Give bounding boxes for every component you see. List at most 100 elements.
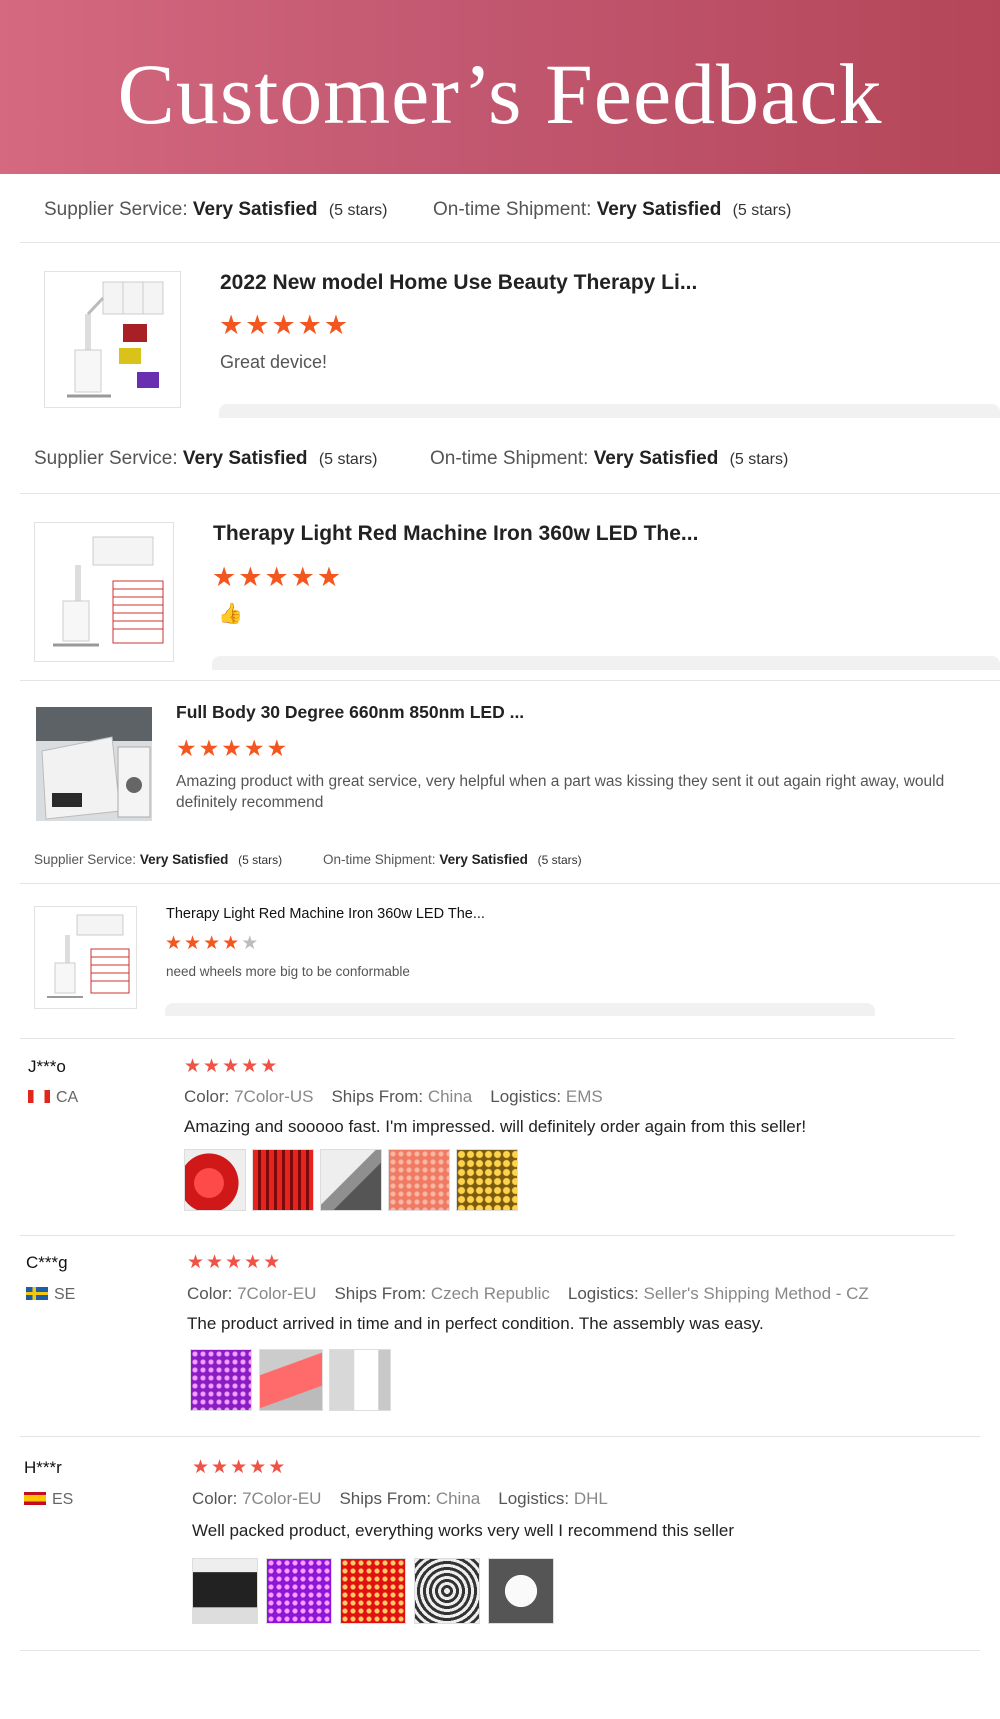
divider [20,1436,980,1437]
review-photo[interactable] [329,1349,391,1411]
star-icon: ★ [268,1457,288,1478]
shipment-value: Very Satisfied [596,199,722,220]
star-icon: ★ [230,1457,250,1478]
star-icon: ★ [323,310,351,340]
review-photo[interactable] [192,1558,258,1624]
review-rating: ★★★★★ [192,1456,287,1479]
ships-from-label: Ships From: [331,1087,424,1106]
star-icon: ★ [203,933,223,954]
supplier-stars-text: (5 stars) [318,451,378,468]
review-meta: Color: 7Color-US Ships From: China Logisti… [184,1087,603,1107]
product-thumbnail[interactable] [34,906,137,1009]
reviewer-country: SE [26,1286,75,1304]
star-icon: ★ [249,1457,269,1478]
divider [20,883,1000,884]
review-photo[interactable] [184,1149,246,1211]
review-text: The product arrived in time and in perfe… [187,1314,764,1333]
star-icon: ★ [263,1252,283,1273]
review-bar [219,404,1000,418]
review-photo[interactable] [259,1349,323,1411]
review-text: Well packed product, everything works ve… [192,1521,735,1540]
supplier-label: Supplier Service: [34,852,137,867]
full-body-led-image [36,707,152,821]
shipment-value: Very Satisfied [439,852,528,867]
banner-title: Customer’s Feedback [117,46,883,142]
flag-canada-icon [28,1090,50,1103]
review-photo[interactable] [456,1149,518,1211]
shipment-value: Very Satisfied [593,448,719,469]
divider [20,1235,955,1236]
review-photo[interactable] [414,1558,480,1624]
color-value: 7Color-EU [237,1284,317,1303]
star-icon: ★ [212,562,239,592]
supplier-value: Very Satisfied [192,199,318,220]
product-title[interactable]: 2022 New model Home Use Beauty Therapy L… [220,271,697,295]
flag-sweden-icon [26,1287,48,1300]
review-photo[interactable] [320,1149,382,1211]
country-code: SE [54,1286,76,1303]
star-icon: ★ [206,1252,226,1273]
reviewer-name: H***r [24,1458,62,1477]
product-rating: ★★★★★ [165,932,260,955]
star-icon: ★ [316,562,344,592]
review-meta: Color: 7Color-EU Ships From: China Logisti… [192,1489,608,1509]
review-photo[interactable] [252,1149,314,1211]
shipment-stars-text: (5 stars) [537,853,582,867]
product-thumbnail[interactable] [34,522,174,662]
review-photo[interactable] [388,1149,450,1211]
flag-spain-icon [24,1492,46,1505]
shipment-stars-text: (5 stars) [729,451,789,468]
star-icon: ★ [271,310,298,340]
star-icon: ★ [245,310,272,340]
review-photo[interactable] [340,1558,406,1624]
product-thumbnail[interactable] [36,707,152,821]
divider [20,242,1000,243]
supplier-service-row: Supplier Service: Very Satisfied (5 star… [44,199,387,221]
star-icon: ★ [222,933,242,954]
product-title[interactable]: Therapy Light Red Machine Iron 360w LED … [166,906,485,922]
review-photo[interactable] [190,1349,252,1411]
shipment-row: On-time Shipment: Very Satisfied (5 star… [323,852,582,867]
product-thumbnail[interactable] [44,271,181,408]
color-label: Color: [184,1087,230,1106]
feedback-banner: Customer’s Feedback [0,0,1000,174]
star-icon: ★ [211,1457,231,1478]
ships-from-value: China [435,1489,481,1508]
logistics-label: Logistics: [498,1489,570,1508]
review-meta: Color: 7Color-EU Ships From: Czech Republ… [187,1284,869,1304]
supplier-label: Supplier Service: [34,448,178,469]
star-icon: ★ [198,735,222,761]
logistics-label: Logistics: [490,1087,562,1106]
reviewer-name: C***g [26,1253,68,1272]
led-spec-image [53,536,164,647]
country-code: CA [56,1089,79,1106]
supplier-label: Supplier Service: [44,199,188,220]
shipment-row: On-time Shipment: Very Satisfied (5 star… [433,199,791,221]
star-icon: ★ [184,1056,204,1077]
star-icon: ★ [264,562,291,592]
shipment-label: On-time Shipment: [430,448,589,469]
shipment-label: On-time Shipment: [323,852,436,867]
star-icon: ★ [192,1457,212,1478]
product-title[interactable]: Therapy Light Red Machine Iron 360w LED … [213,522,698,546]
divider [20,493,1000,494]
logistics-value: DHL [573,1489,608,1508]
product-title[interactable]: Full Body 30 Degree 660nm 850nm LED ... [176,702,524,723]
review-photo[interactable] [266,1558,332,1624]
divider [20,1650,980,1651]
shipment-row: On-time Shipment: Very Satisfied (5 star… [430,448,788,470]
review-photo[interactable] [488,1558,554,1624]
star-icon: ★ [176,735,199,761]
review-text: Amazing product with great service, very… [176,773,945,811]
star-icon: ★ [266,735,290,761]
divider [20,1038,955,1039]
star-icon: ★ [297,310,324,340]
ships-from-label: Ships From: [334,1284,427,1303]
color-value: 7Color-EU [242,1489,322,1508]
supplier-value: Very Satisfied [182,448,308,469]
star-icon: ★ [222,1056,242,1077]
star-icon: ★ [187,1252,207,1273]
star-icon: ★ [241,1056,261,1077]
thumbs-up-icon: 👍 [218,603,243,625]
review-text: Amazing and sooooo fast. I'm impressed. … [184,1117,807,1136]
